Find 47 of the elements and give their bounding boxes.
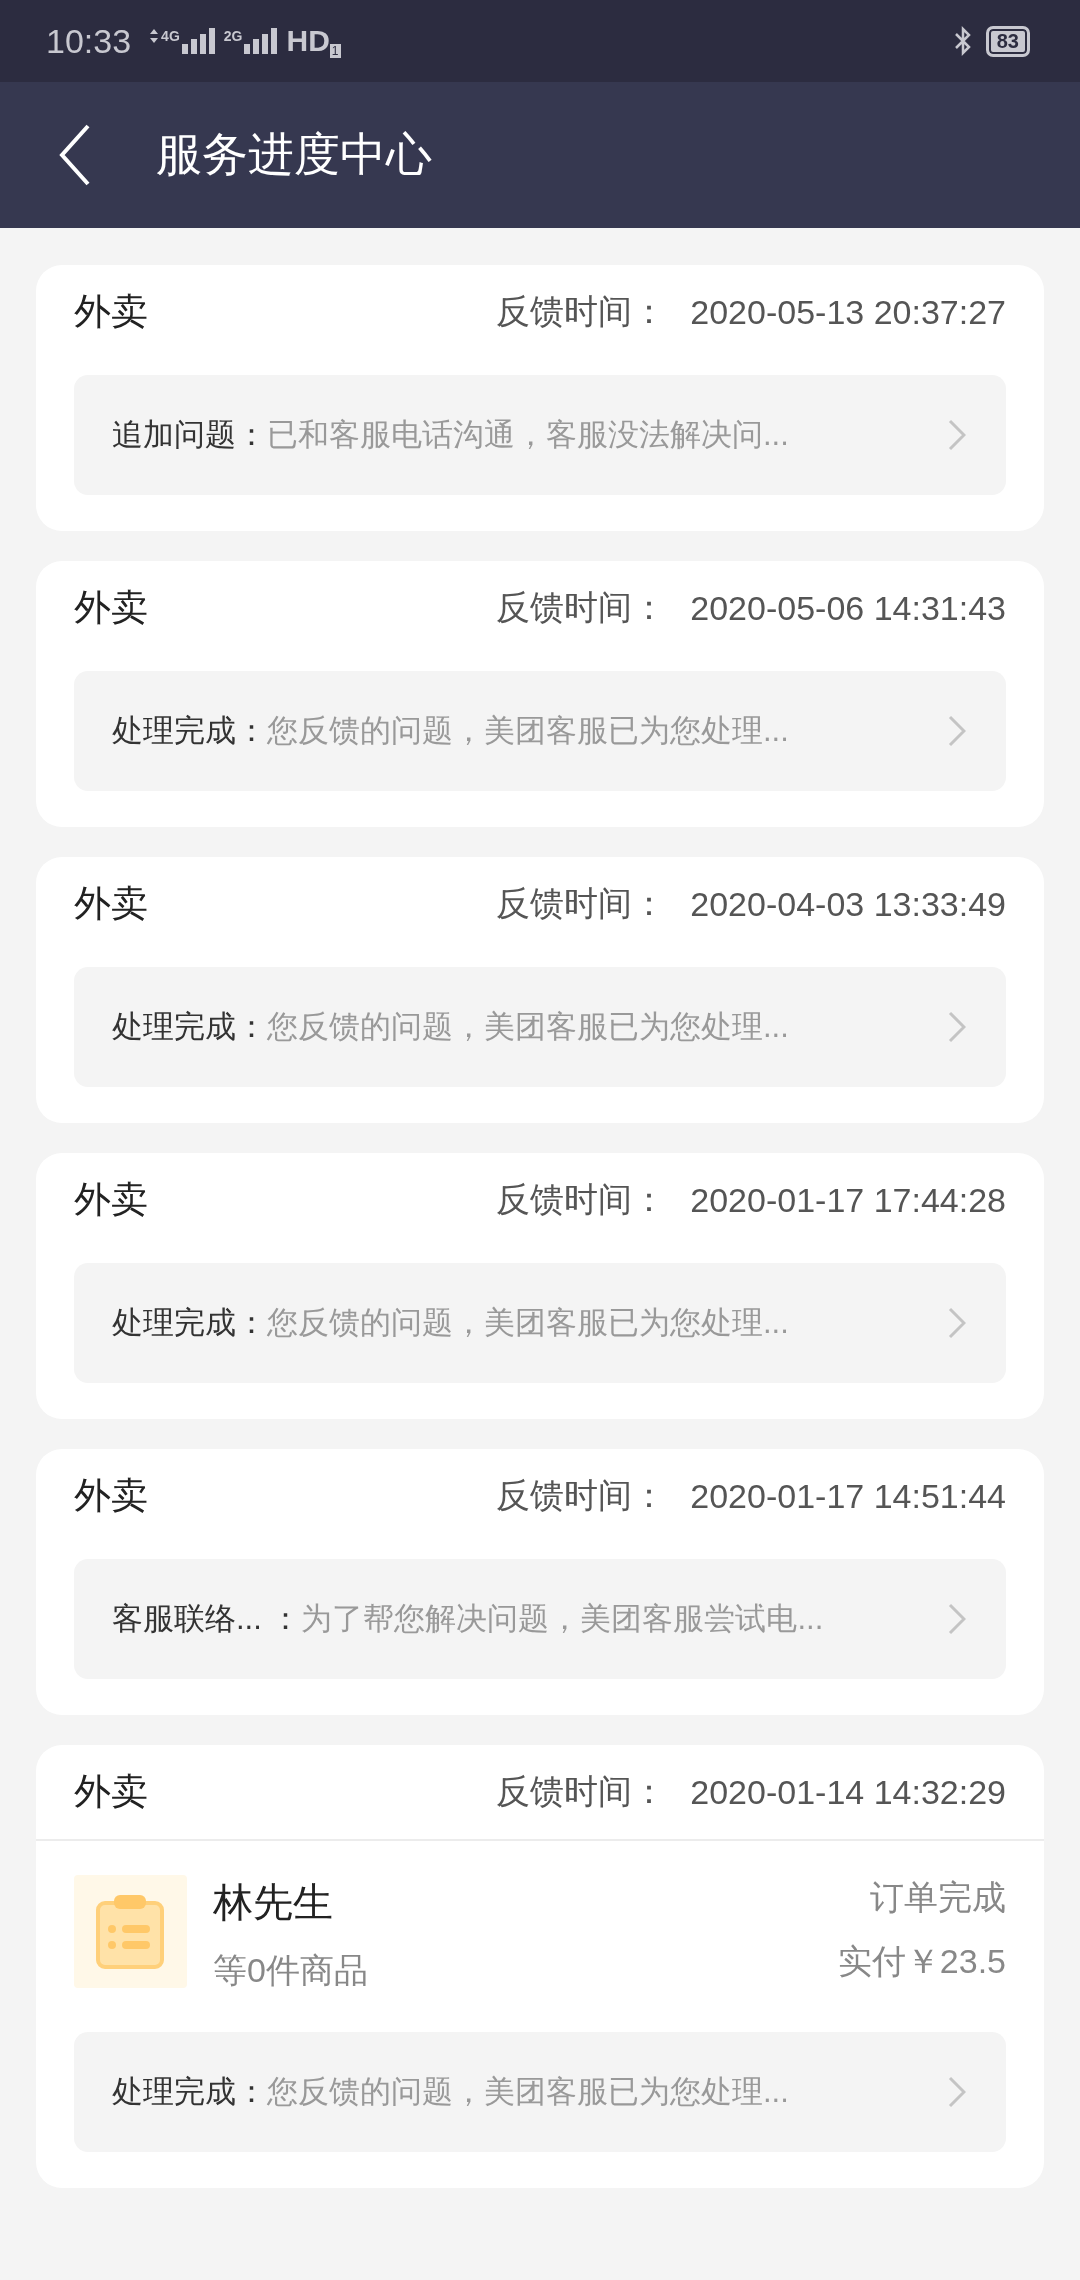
progress-row[interactable]: 处理完成：您反馈的问题，美团客服已为您处理... — [74, 967, 1006, 1087]
feedback-time: 2020-05-13 20:37:27 — [690, 292, 1006, 332]
category-label: 外卖 — [74, 1178, 149, 1222]
chevron-icon — [948, 2076, 966, 2108]
signal-icon — [244, 28, 279, 54]
network-label: 4G — [161, 28, 180, 44]
customer-name: 林先生 — [213, 1879, 334, 1926]
page-title: 服务进度中心 — [156, 127, 432, 182]
sim-label: 1 — [329, 44, 341, 58]
progress-row[interactable]: 追加问题：已和客服电话沟通，客服没法解决问... — [74, 375, 1006, 495]
time-label: 反馈时间： — [496, 291, 667, 332]
time-label: 反馈时间： — [496, 1179, 667, 1220]
data-arrows-icon — [149, 28, 160, 44]
feedback-time: 2020-04-03 13:33:49 — [690, 884, 1006, 924]
time-label: 反馈时间： — [496, 883, 667, 924]
chevron-icon — [948, 1307, 966, 1339]
paid-amount: 实付￥23.5 — [837, 1941, 1006, 1982]
bluetooth-icon — [953, 26, 972, 56]
network-label: 2G — [223, 28, 243, 44]
progress-row[interactable]: 处理完成：您反馈的问题，美团客服已为您处理... — [74, 671, 1006, 791]
category-label: 外卖 — [74, 1770, 149, 1814]
progress-row[interactable]: 客服联络... ：为了帮您解决问题，美团客服尝试电... — [74, 1559, 1006, 1679]
back-button[interactable] — [58, 124, 92, 186]
feedback-time: 2020-01-14 14:32:29 — [690, 1772, 1006, 1812]
time-label: 反馈时间： — [496, 1771, 667, 1812]
progress-row[interactable]: 处理完成：您反馈的问题，美团客服已为您处理... — [74, 1263, 1006, 1383]
hd-label: HD — [286, 24, 330, 58]
category-label: 外卖 — [74, 586, 149, 630]
feedback-time: 2020-01-17 17:44:28 — [690, 1180, 1006, 1220]
signal-icon — [181, 28, 216, 54]
status-time: 10:33 — [46, 21, 132, 61]
item-count: 等0件商品 — [213, 1950, 369, 1991]
category-label: 外卖 — [74, 882, 149, 926]
chevron-icon — [948, 1603, 966, 1635]
clipboard-icon — [74, 1875, 187, 1988]
chevron-icon — [948, 419, 966, 451]
chevron-icon — [948, 715, 966, 747]
progress-row[interactable]: 处理完成：您反馈的问题，美团客服已为您处理... — [74, 2032, 1006, 2152]
category-label: 外卖 — [74, 290, 149, 334]
order-status: 订单完成 — [870, 1877, 1006, 1918]
feedback-time: 2020-05-06 14:31:43 — [690, 588, 1006, 628]
chevron-icon — [948, 1011, 966, 1043]
feedback-time: 2020-01-17 14:51:44 — [690, 1476, 1006, 1516]
battery-indicator: 83 — [985, 25, 1030, 57]
time-label: 反馈时间： — [496, 1475, 667, 1516]
category-label: 外卖 — [74, 1474, 149, 1518]
time-label: 反馈时间： — [496, 587, 667, 628]
